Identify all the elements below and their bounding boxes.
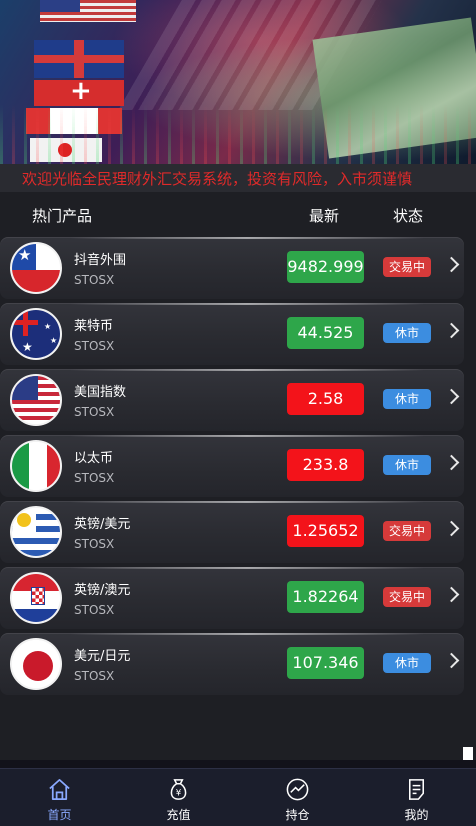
- product-row[interactable]: 以太币 STOSX 233.8 休市: [0, 435, 464, 497]
- product-name: 美国指数: [74, 385, 127, 400]
- product-name: 莱特币: [74, 319, 114, 334]
- product-row[interactable]: 美国指数 STOSX 2.58 休市: [0, 369, 464, 431]
- product-code: STOSX: [74, 405, 115, 419]
- swiss-flag-graphic: [34, 76, 124, 106]
- product-price: 2.58: [287, 383, 364, 415]
- product-price: 1.82264: [287, 581, 364, 613]
- product-row[interactable]: 英镑/澳元 STOSX 1.82264 交易中: [0, 567, 464, 629]
- product-price: 44.525: [287, 317, 364, 349]
- croatia-flag-icon: [10, 572, 62, 624]
- profile-icon: [409, 779, 424, 800]
- status-badge: 交易中: [383, 257, 431, 277]
- header-status: 状态: [393, 207, 424, 225]
- product-price: 233.8: [287, 449, 364, 481]
- product-row[interactable]: 英镑/美元 STOSX 1.25652 交易中: [0, 501, 464, 563]
- tab-home-label: 首页: [47, 808, 72, 822]
- product-row[interactable]: 美元/日元 STOSX 107.346 休市: [0, 633, 464, 695]
- header-price: 最新: [309, 207, 340, 225]
- usa-flag-icon: [10, 374, 62, 426]
- tab-profile[interactable]: 我的: [357, 769, 476, 826]
- chevron-right-icon[interactable]: [443, 586, 460, 603]
- chevron-right-icon[interactable]: [443, 520, 460, 537]
- product-name: 英镑/美元: [74, 517, 131, 532]
- notice-marquee: 欢迎光临全民理财外汇交易系统，投资有风险，入市须谨慎: [0, 164, 476, 192]
- status-badge: 休市: [383, 323, 431, 343]
- us-flag-graphic: [40, 0, 136, 22]
- scrollbar-thumb[interactable]: [463, 747, 473, 760]
- product-row[interactable]: ★ ★ ★ 莱特币 STOSX 44.525 休市: [0, 303, 464, 365]
- status-badge: 交易中: [383, 521, 431, 541]
- status-badge: 休市: [383, 389, 431, 409]
- uruguay-flag-icon: [10, 506, 62, 558]
- chevron-right-icon[interactable]: [443, 256, 460, 273]
- svg-text:¥: ¥: [176, 788, 182, 798]
- candlestick-graphic: [0, 104, 476, 164]
- header-name: 热门产品: [32, 207, 93, 225]
- product-name: 抖音外围: [74, 253, 127, 268]
- product-price: 1.25652: [287, 515, 364, 547]
- chevron-right-icon[interactable]: [443, 322, 460, 339]
- uk-flag-graphic: [34, 40, 124, 78]
- status-badge: 休市: [383, 455, 431, 475]
- product-row[interactable]: ★ 抖音外围 STOSX 9482.999 交易中: [0, 237, 464, 299]
- product-name: 英镑/澳元: [74, 583, 131, 598]
- product-name: 美元/日元: [74, 649, 131, 664]
- product-name: 以太币: [74, 451, 114, 466]
- product-price: 107.346: [287, 647, 364, 679]
- tab-positions-label: 持仓: [285, 808, 310, 822]
- tab-recharge[interactable]: ¥ 充值: [119, 769, 238, 826]
- home-icon: [49, 779, 70, 800]
- italy-flag-icon: [10, 440, 62, 492]
- product-code: STOSX: [74, 471, 115, 485]
- bottom-tab-bar: 首页 ¥ 充值 持仓 我的: [0, 768, 476, 826]
- australia-flag-icon: ★ ★ ★: [10, 308, 62, 360]
- chile-flag-icon: ★: [10, 242, 62, 294]
- status-badge: 交易中: [383, 587, 431, 607]
- tab-home[interactable]: 首页: [0, 769, 119, 826]
- product-code: STOSX: [74, 669, 115, 683]
- tab-recharge-label: 充值: [166, 808, 191, 822]
- chevron-right-icon[interactable]: [443, 454, 460, 471]
- product-price: 9482.999: [287, 251, 364, 283]
- product-code: STOSX: [74, 603, 115, 617]
- tab-profile-label: 我的: [404, 808, 429, 822]
- notice-text: 欢迎光临全民理财外汇交易系统，投资有风险，入市须谨慎: [22, 170, 413, 188]
- hero-banner: [0, 0, 476, 164]
- product-table-header: 热门产品 最新 状态: [0, 205, 476, 229]
- chevron-right-icon[interactable]: [443, 388, 460, 405]
- status-badge: 休市: [383, 653, 431, 673]
- tab-positions[interactable]: 持仓: [238, 769, 357, 826]
- chevron-right-icon[interactable]: [443, 652, 460, 669]
- chart-icon: [286, 778, 309, 801]
- money-bag-icon: ¥: [170, 779, 187, 800]
- product-code: STOSX: [74, 273, 115, 287]
- product-code: STOSX: [74, 339, 115, 353]
- product-code: STOSX: [74, 537, 115, 551]
- japan-flag-icon: [10, 638, 62, 690]
- divider: [0, 760, 476, 768]
